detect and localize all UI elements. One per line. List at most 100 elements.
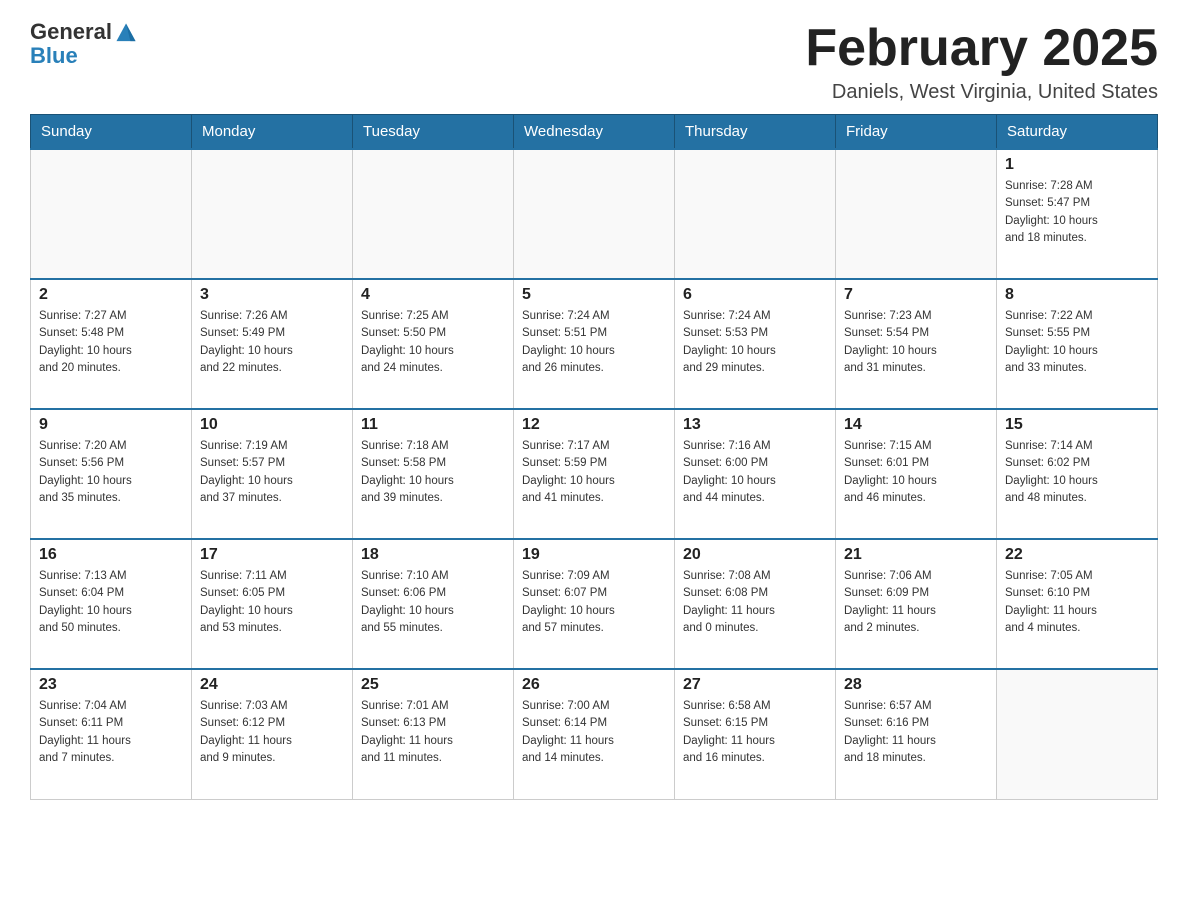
day-number: 18 (361, 546, 505, 564)
day-info: Sunrise: 7:13 AMSunset: 6:04 PMDaylight:… (39, 568, 183, 637)
header-thursday: Thursday (675, 115, 836, 150)
calendar-cell (353, 149, 514, 279)
day-number: 25 (361, 676, 505, 694)
month-year-title: February 2025 (805, 20, 1158, 77)
calendar-cell: 22Sunrise: 7:05 AMSunset: 6:10 PMDayligh… (997, 539, 1158, 669)
calendar-cell: 18 Sunrise: 7:10 AMSunset: 6:06 PMDayligh… (353, 539, 514, 669)
calendar-cell: 15 Sunrise: 7:14 AMSunset: 6:02 PMDayligh… (997, 409, 1158, 539)
calendar-cell: 1 Sunrise: 7:28 AMSunset: 5:47 PMDaylight… (997, 149, 1158, 279)
calendar-cell: 10 Sunrise: 7:19 AMSunset: 5:57 PMDayligh… (192, 409, 353, 539)
calendar-cell (997, 669, 1158, 799)
day-info: Sunrise: 7:08 AMSunset: 6:08 PMDaylight:… (683, 568, 827, 637)
day-info: Sunrise: 7:10 AMSunset: 6:06 PMDaylight:… (361, 568, 505, 637)
calendar-cell: 8 Sunrise: 7:22 AMSunset: 5:55 PMDaylight… (997, 279, 1158, 409)
day-info: Sunrise: 7:16 AMSunset: 6:00 PMDaylight:… (683, 438, 827, 507)
header-sunday: Sunday (31, 115, 192, 150)
header-friday: Friday (836, 115, 997, 150)
day-number: 5 (522, 286, 666, 304)
day-number: 21 (844, 546, 988, 564)
day-number: 28 (844, 676, 988, 694)
calendar-cell: 5 Sunrise: 7:24 AMSunset: 5:51 PMDaylight… (514, 279, 675, 409)
logo-icon (115, 22, 137, 44)
calendar-cell: 12Sunrise: 7:17 AMSunset: 5:59 PMDayligh… (514, 409, 675, 539)
day-info: Sunrise: 7:06 AMSunset: 6:09 PMDaylight:… (844, 568, 988, 637)
day-number: 2 (39, 286, 183, 304)
day-number: 6 (683, 286, 827, 304)
day-info: Sunrise: 7:01 AMSunset: 6:13 PMDaylight:… (361, 698, 505, 767)
page-header: General Blue February 2025 Daniels, West… (30, 20, 1158, 104)
title-block: February 2025 Daniels, West Virginia, Un… (805, 20, 1158, 104)
day-number: 10 (200, 416, 344, 434)
logo-container: General Blue (30, 20, 137, 68)
calendar-cell: 17 Sunrise: 7:11 AMSunset: 6:05 PMDayligh… (192, 539, 353, 669)
day-info: Sunrise: 7:18 AMSunset: 5:58 PMDaylight:… (361, 438, 505, 507)
day-info: Sunrise: 7:20 AMSunset: 5:56 PMDaylight:… (39, 438, 183, 507)
calendar-cell: 11 Sunrise: 7:18 AMSunset: 5:58 PMDayligh… (353, 409, 514, 539)
logo-blue-text: Blue (30, 44, 137, 68)
calendar-cell: 2 Sunrise: 7:27 AMSunset: 5:48 PMDaylight… (31, 279, 192, 409)
day-number: 11 (361, 416, 505, 434)
day-number: 13 (683, 416, 827, 434)
day-info: Sunrise: 6:58 AMSunset: 6:15 PMDaylight:… (683, 698, 827, 767)
day-info: Sunrise: 7:14 AMSunset: 6:02 PMDaylight:… (1005, 438, 1149, 507)
day-number: 19 (522, 546, 666, 564)
day-info: Sunrise: 7:28 AMSunset: 5:47 PMDaylight:… (1005, 178, 1149, 247)
calendar-cell (675, 149, 836, 279)
day-info: Sunrise: 6:57 AMSunset: 6:16 PMDaylight:… (844, 698, 988, 767)
day-number: 12 (522, 416, 666, 434)
week-row-2: 2 Sunrise: 7:27 AMSunset: 5:48 PMDaylight… (31, 279, 1158, 409)
calendar-cell (514, 149, 675, 279)
day-number: 17 (200, 546, 344, 564)
calendar-cell: 16 Sunrise: 7:13 AMSunset: 6:04 PMDayligh… (31, 539, 192, 669)
day-number: 7 (844, 286, 988, 304)
week-row-4: 16 Sunrise: 7:13 AMSunset: 6:04 PMDayligh… (31, 539, 1158, 669)
calendar-cell (31, 149, 192, 279)
calendar-header-row: SundayMondayTuesdayWednesdayThursdayFrid… (31, 115, 1158, 150)
day-info: Sunrise: 7:19 AMSunset: 5:57 PMDaylight:… (200, 438, 344, 507)
day-info: Sunrise: 7:11 AMSunset: 6:05 PMDaylight:… (200, 568, 344, 637)
week-row-1: 1 Sunrise: 7:28 AMSunset: 5:47 PMDaylight… (31, 149, 1158, 279)
calendar-cell: 6 Sunrise: 7:24 AMSunset: 5:53 PMDaylight… (675, 279, 836, 409)
calendar-cell: 7Sunrise: 7:23 AMSunset: 5:54 PMDaylight… (836, 279, 997, 409)
calendar-cell: 13 Sunrise: 7:16 AMSunset: 6:00 PMDayligh… (675, 409, 836, 539)
calendar-cell: 4 Sunrise: 7:25 AMSunset: 5:50 PMDaylight… (353, 279, 514, 409)
day-info: Sunrise: 7:26 AMSunset: 5:49 PMDaylight:… (200, 308, 344, 377)
calendar-cell (836, 149, 997, 279)
day-number: 8 (1005, 286, 1149, 304)
header-tuesday: Tuesday (353, 115, 514, 150)
week-row-5: 23Sunrise: 7:04 AMSunset: 6:11 PMDayligh… (31, 669, 1158, 799)
day-info: Sunrise: 7:09 AMSunset: 6:07 PMDaylight:… (522, 568, 666, 637)
day-number: 20 (683, 546, 827, 564)
day-info: Sunrise: 7:22 AMSunset: 5:55 PMDaylight:… (1005, 308, 1149, 377)
calendar-cell: 3Sunrise: 7:26 AMSunset: 5:49 PMDaylight… (192, 279, 353, 409)
header-saturday: Saturday (997, 115, 1158, 150)
day-number: 27 (683, 676, 827, 694)
day-number: 9 (39, 416, 183, 434)
day-number: 16 (39, 546, 183, 564)
day-info: Sunrise: 7:03 AMSunset: 6:12 PMDaylight:… (200, 698, 344, 767)
logo-general-text: General (30, 20, 112, 44)
calendar-cell: 19 Sunrise: 7:09 AMSunset: 6:07 PMDayligh… (514, 539, 675, 669)
day-info: Sunrise: 7:24 AMSunset: 5:53 PMDaylight:… (683, 308, 827, 377)
day-info: Sunrise: 7:15 AMSunset: 6:01 PMDaylight:… (844, 438, 988, 507)
day-info: Sunrise: 7:00 AMSunset: 6:14 PMDaylight:… (522, 698, 666, 767)
day-info: Sunrise: 7:27 AMSunset: 5:48 PMDaylight:… (39, 308, 183, 377)
calendar-cell: 14Sunrise: 7:15 AMSunset: 6:01 PMDayligh… (836, 409, 997, 539)
calendar-cell: 20 Sunrise: 7:08 AMSunset: 6:08 PMDayligh… (675, 539, 836, 669)
day-number: 15 (1005, 416, 1149, 434)
location-subtitle: Daniels, West Virginia, United States (805, 81, 1158, 104)
header-monday: Monday (192, 115, 353, 150)
calendar-cell: 26Sunrise: 7:00 AMSunset: 6:14 PMDayligh… (514, 669, 675, 799)
day-info: Sunrise: 7:25 AMSunset: 5:50 PMDaylight:… (361, 308, 505, 377)
day-info: Sunrise: 7:05 AMSunset: 6:10 PMDaylight:… (1005, 568, 1149, 637)
day-info: Sunrise: 7:04 AMSunset: 6:11 PMDaylight:… (39, 698, 183, 767)
calendar-table: SundayMondayTuesdayWednesdayThursdayFrid… (30, 114, 1158, 800)
day-number: 24 (200, 676, 344, 694)
header-wednesday: Wednesday (514, 115, 675, 150)
calendar-cell: 25 Sunrise: 7:01 AMSunset: 6:13 PMDayligh… (353, 669, 514, 799)
day-number: 1 (1005, 156, 1149, 174)
calendar-cell: 28 Sunrise: 6:57 AMSunset: 6:16 PMDayligh… (836, 669, 997, 799)
calendar-cell: 9 Sunrise: 7:20 AMSunset: 5:56 PMDaylight… (31, 409, 192, 539)
day-info: Sunrise: 7:24 AMSunset: 5:51 PMDaylight:… (522, 308, 666, 377)
day-number: 4 (361, 286, 505, 304)
